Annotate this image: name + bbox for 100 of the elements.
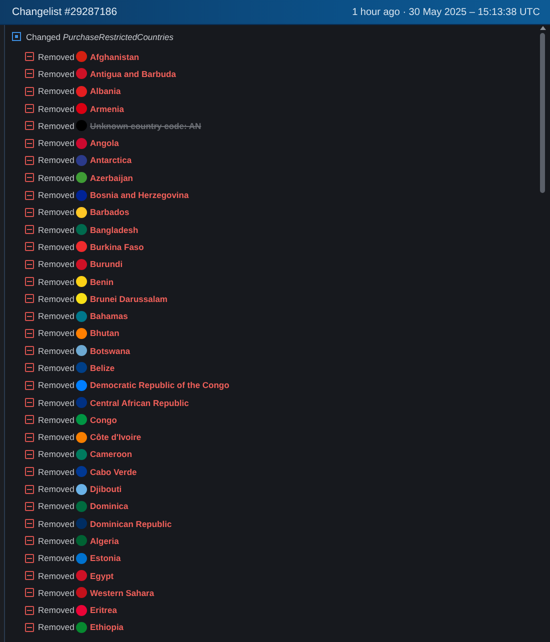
minus-icon (25, 104, 34, 114)
timestamp: 1 hour ago · 30 May 2025 – 15:13:38 UTC (352, 6, 540, 18)
country-name: Afghanistan (90, 52, 140, 62)
minus-icon (25, 363, 34, 372)
minus-icon (25, 467, 34, 476)
action-label: Removed (38, 52, 73, 62)
country-name: Congo (90, 414, 117, 425)
minus-icon (25, 432, 34, 442)
country-name: Barbados (90, 207, 130, 218)
action-label: Removed (38, 432, 73, 442)
country-name: Estonia (90, 553, 121, 564)
action-label: Removed (38, 588, 73, 598)
minus-icon (25, 225, 34, 234)
country-name: Azerbaijan (90, 172, 133, 183)
country-name: Belize (90, 362, 115, 373)
country-name: Botswana (90, 346, 130, 356)
minus-icon (25, 450, 34, 459)
minus-icon (25, 622, 34, 632)
country-name: Dominica (90, 501, 128, 512)
country-name: Eritrea (90, 605, 117, 616)
minus-icon (25, 52, 34, 62)
action-label: Removed (38, 190, 73, 200)
country-name: Antarctica (90, 155, 132, 166)
collapse-icon[interactable] (12, 32, 21, 41)
country-name: Côte d'Ivoire (90, 432, 142, 442)
minus-icon (25, 260, 34, 269)
minus-icon (25, 69, 34, 78)
minus-icon (25, 156, 34, 165)
country-name: Algeria (90, 536, 119, 546)
change-label: Changed PurchaseRestrictedCountries (26, 32, 174, 42)
minus-icon (25, 328, 34, 338)
country-name: Burkina Faso (90, 242, 144, 252)
country-name: Bosnia and Herzegovina (90, 190, 189, 200)
minus-icon (25, 536, 34, 546)
country-name: Benin (90, 276, 114, 286)
country-name: Albania (90, 86, 121, 96)
action-label: Removed (38, 276, 73, 286)
minus-icon (25, 190, 34, 200)
minus-icon (25, 606, 34, 615)
country-name: Brunei Darussalam (90, 294, 168, 304)
action-label: Removed (38, 346, 73, 356)
country-name: Western Sahara (90, 588, 154, 598)
country-name: Burundi (90, 259, 123, 270)
country-name: Cabo Verde (90, 466, 137, 477)
action-label: Removed (38, 207, 73, 218)
minus-icon (25, 138, 34, 148)
action-label: Removed (38, 622, 73, 632)
action-label: Removed (38, 294, 73, 304)
country-name: Djibouti (90, 484, 122, 494)
minus-icon (25, 242, 34, 252)
action-label: Removed (38, 224, 73, 235)
action-label: Removed (38, 172, 73, 183)
minus-icon (25, 571, 34, 580)
country-name: Unknown country code: AN (90, 120, 202, 131)
action-label: Removed (38, 242, 73, 252)
country-name: Armenia (90, 104, 124, 114)
action-label: Removed (38, 398, 73, 408)
action-label: Removed (38, 536, 73, 546)
action-label: Removed (38, 553, 73, 564)
action-label: Removed (38, 311, 73, 322)
minus-icon (25, 554, 34, 563)
minus-icon (25, 380, 34, 390)
minus-icon (25, 519, 34, 528)
action-label: Removed (38, 414, 73, 425)
minus-icon (25, 588, 34, 598)
action-label: Removed (38, 518, 73, 529)
action-label: Removed (38, 104, 73, 114)
minus-icon (25, 277, 34, 286)
country-name: Dominican Republic (90, 518, 172, 529)
action-label: Removed (38, 605, 73, 616)
country-name: Bangladesh (90, 224, 138, 235)
minus-icon (25, 121, 34, 130)
minus-icon (25, 502, 34, 511)
action-label: Removed (38, 501, 73, 512)
country-name: Democratic Republic of the Congo (90, 380, 230, 390)
country-name: Antigua and Barbuda (90, 68, 176, 79)
country-name: Egypt (90, 570, 114, 581)
minus-icon (25, 294, 34, 304)
action-label: Removed (38, 68, 73, 79)
minus-icon (25, 312, 34, 321)
scrollbar-thumb[interactable] (540, 33, 545, 193)
action-label: Removed (38, 259, 73, 270)
minus-icon (25, 415, 34, 424)
country-name: Angola (90, 138, 119, 148)
minus-icon (25, 86, 34, 96)
minus-icon (25, 208, 34, 217)
action-label: Removed (38, 449, 73, 460)
action-label: Removed (38, 155, 73, 166)
action-label: Removed (38, 86, 73, 96)
action-label: Removed (38, 362, 73, 373)
action-label: Removed (38, 484, 73, 494)
scroll-up-icon[interactable] (540, 26, 546, 30)
action-label: Removed (38, 466, 73, 477)
action-label: Removed (38, 328, 73, 338)
minus-icon (25, 173, 34, 182)
country-name: Central African Republic (90, 398, 189, 408)
action-label: Removed (38, 380, 73, 390)
action-label: Removed (38, 120, 73, 131)
country-name: Cameroon (90, 449, 132, 460)
minus-icon (25, 484, 34, 494)
